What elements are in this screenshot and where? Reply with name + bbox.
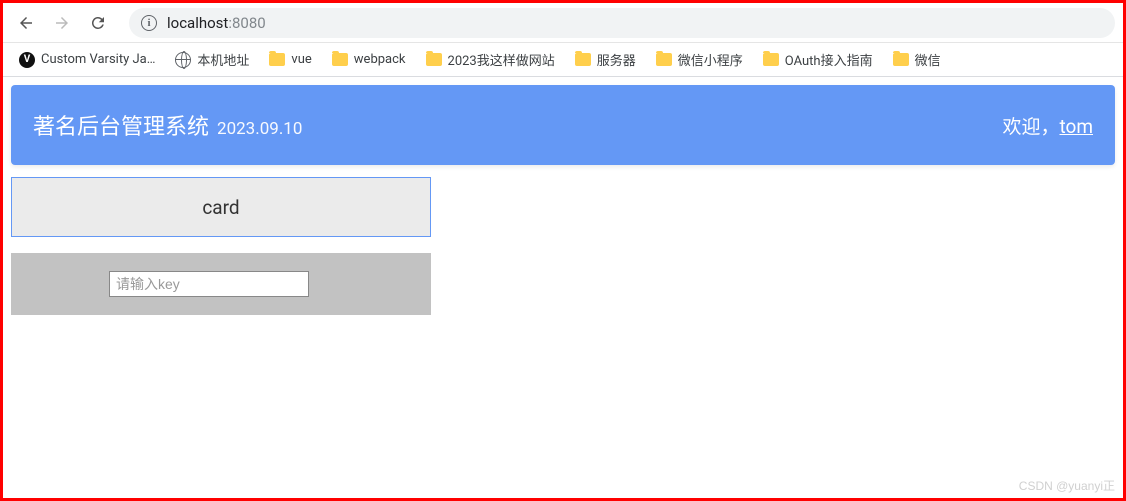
arrow-right-icon [53,14,71,32]
bookmark-label: 微信小程序 [678,50,743,69]
watermark: CSDN @yuanyi正 [1019,477,1115,494]
url-port: :8080 [228,14,265,32]
bookmark-label: vue [291,52,311,67]
folder-icon [656,53,672,66]
bookmarks-bar: V Custom Varsity Ja… 本机地址 vue webpack 20… [3,43,1123,77]
bookmark-label: webpack [354,52,406,67]
folder-icon [332,53,348,66]
bookmark-label: Custom Varsity Ja… [41,52,155,67]
address-bar[interactable]: i localhost:8080 [129,8,1115,38]
bookmark-folder[interactable]: webpack [324,48,414,71]
bookmark-folder[interactable]: 微信 [885,46,949,73]
bookmark-label: 服务器 [597,50,636,69]
url-host: localhost [167,14,228,32]
bookmark-label: 微信 [915,50,941,69]
arrow-left-icon [17,14,35,32]
app-title: 著名后台管理系统 [33,109,209,141]
folder-icon [893,53,909,66]
bookmark-folder[interactable]: OAuth接入指南 [755,46,881,73]
reload-icon [89,14,107,32]
bookmark-item[interactable]: 本机地址 [167,46,257,73]
card-panel: card [11,177,431,237]
bookmark-label: 2023我这样做网站 [448,50,555,69]
bookmark-label: 本机地址 [197,50,249,69]
url-text: localhost:8080 [167,13,266,32]
bookmark-folder[interactable]: 服务器 [567,46,644,73]
card-label: card [202,196,239,219]
forward-button[interactable] [47,8,77,38]
folder-icon [763,53,779,66]
key-input[interactable] [109,271,309,297]
site-info-icon[interactable]: i [141,15,157,31]
folder-icon [575,53,591,66]
bookmark-folder[interactable]: vue [261,48,319,71]
bookmark-folder[interactable]: 2023我这样做网站 [418,46,563,73]
bookmark-item[interactable]: V Custom Varsity Ja… [11,48,163,72]
back-button[interactable] [11,8,41,38]
bookmark-folder[interactable]: 微信小程序 [648,46,751,73]
bookmark-label: OAuth接入指南 [785,50,873,69]
globe-icon [175,52,191,68]
app-header: 著名后台管理系统 2023.09.10 欢迎，tom [11,85,1115,165]
page-content: 著名后台管理系统 2023.09.10 欢迎，tom card [3,77,1123,323]
header-left: 著名后台管理系统 2023.09.10 [33,109,302,141]
folder-icon [426,53,442,66]
username-link[interactable]: tom [1059,115,1093,138]
folder-icon [269,53,285,66]
input-panel [11,253,431,315]
reload-button[interactable] [83,8,113,38]
header-right: 欢迎，tom [1002,112,1093,139]
browser-toolbar: i localhost:8080 [3,3,1123,43]
welcome-label: 欢迎， [1002,115,1059,138]
app-date: 2023.09.10 [217,119,302,139]
favicon-icon: V [19,52,35,68]
